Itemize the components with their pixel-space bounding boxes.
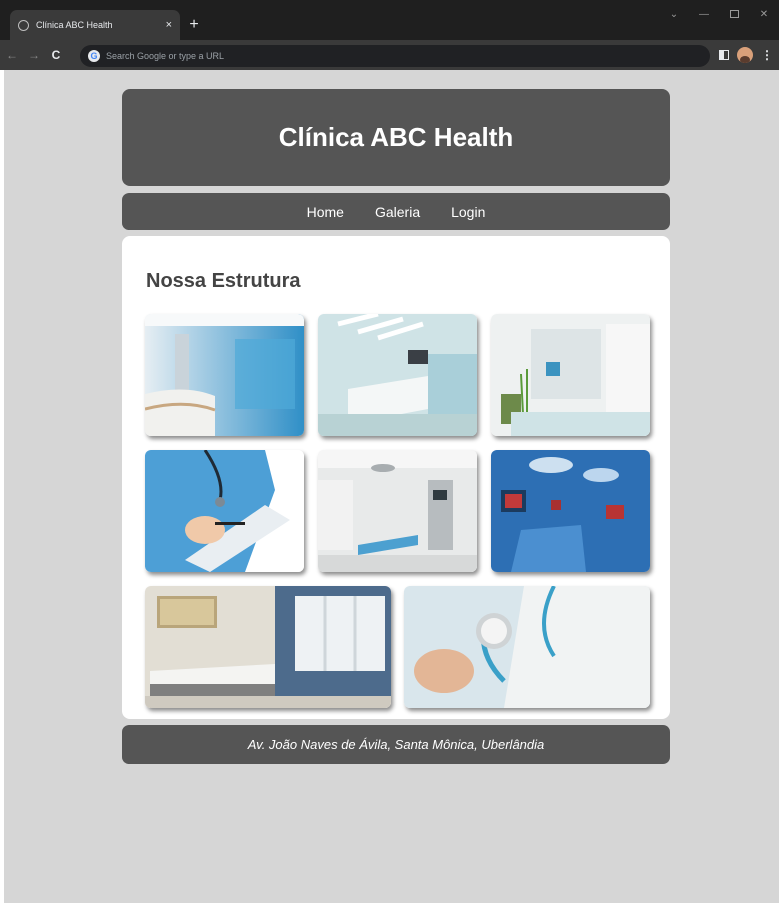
site-title: Clínica ABC Health <box>278 122 514 152</box>
close-tab-icon[interactable]: × <box>166 19 172 31</box>
forward-button[interactable]: → <box>24 48 44 62</box>
menu-icon[interactable]: ⋮ <box>761 48 773 62</box>
clinic-address: Av. João Naves de Ávila, Santa Mônica, U… <box>247 737 545 752</box>
site-header: Clínica ABC Health <box>122 89 670 186</box>
gallery-card: Nossa Estrutura <box>122 236 670 719</box>
profile-avatar[interactable] <box>737 47 753 63</box>
window-controls: ⌄ — ✕ <box>659 0 779 28</box>
reception-desk-photo <box>318 314 477 436</box>
browser-tab[interactable]: Clínica ABC Health × <box>10 10 180 40</box>
surgical-suite-photo <box>491 450 650 572</box>
google-icon: G <box>88 50 100 62</box>
tab-search-icon[interactable]: ⌄ <box>659 0 689 28</box>
browser-toolbar: ← → C G Search Google or type a URL ⋮ <box>0 40 779 70</box>
operating-room-photo <box>318 450 477 572</box>
reload-button[interactable]: C <box>46 48 66 62</box>
new-tab-button[interactable]: + <box>184 15 204 35</box>
back-button[interactable]: ← <box>2 48 22 62</box>
section-title: Nossa Estrutura <box>146 270 301 292</box>
maximize-icon[interactable] <box>719 0 749 28</box>
nav-link-galeria[interactable]: Galeria <box>375 204 420 220</box>
close-window-icon[interactable]: ✕ <box>749 0 779 28</box>
nav-link-home[interactable]: Home <box>307 204 344 220</box>
site-container: Clínica ABC Health Home Galeria Login No… <box>122 89 670 764</box>
reception-hallway-photo <box>145 314 304 436</box>
minimize-icon[interactable]: — <box>689 0 719 28</box>
waiting-room-photo <box>491 314 650 436</box>
address-bar[interactable]: G Search Google or type a URL <box>80 45 710 67</box>
side-panel-icon[interactable] <box>719 50 729 60</box>
site-nav: Home Galeria Login <box>122 193 670 230</box>
browser-tab-strip: Clínica ABC Health × + ⌄ — ✕ <box>0 0 779 40</box>
site-footer: Av. João Naves de Ávila, Santa Mônica, U… <box>122 725 670 764</box>
nurse-clipboard-photo <box>145 450 304 572</box>
tab-title: Clínica ABC Health <box>36 20 113 30</box>
doctor-stethoscope-photo <box>404 586 650 708</box>
page-viewport: Clínica ABC Health Home Galeria Login No… <box>4 70 779 903</box>
globe-icon <box>18 19 29 31</box>
exam-room-photo <box>145 586 391 708</box>
address-bar-placeholder: Search Google or type a URL <box>106 51 225 61</box>
nav-link-login[interactable]: Login <box>451 204 485 220</box>
